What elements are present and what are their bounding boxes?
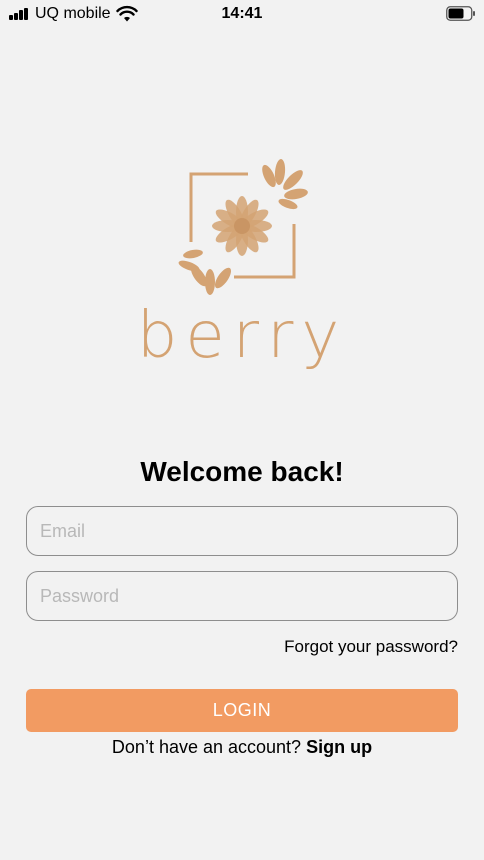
- email-field[interactable]: [26, 506, 458, 556]
- lotus-flower-logo-icon: [178, 159, 308, 295]
- status-time: 14:41: [221, 5, 263, 22]
- brand-wordmark: berry: [136, 299, 348, 373]
- password-field[interactable]: [26, 571, 458, 621]
- page-title: Welcome back!: [140, 456, 344, 487]
- forgot-password-link[interactable]: Forgot your password?: [284, 637, 458, 657]
- signup-link[interactable]: Sign up: [306, 737, 372, 757]
- login-button[interactable]: LOGIN: [26, 689, 458, 732]
- signup-prompt: Don’t have an account?: [111, 737, 302, 757]
- battery-icon: [446, 6, 475, 21]
- signup-row: Don’t have an account? Sign up: [0, 737, 484, 758]
- status-bar: UQ mobile 14:41: [0, 0, 484, 28]
